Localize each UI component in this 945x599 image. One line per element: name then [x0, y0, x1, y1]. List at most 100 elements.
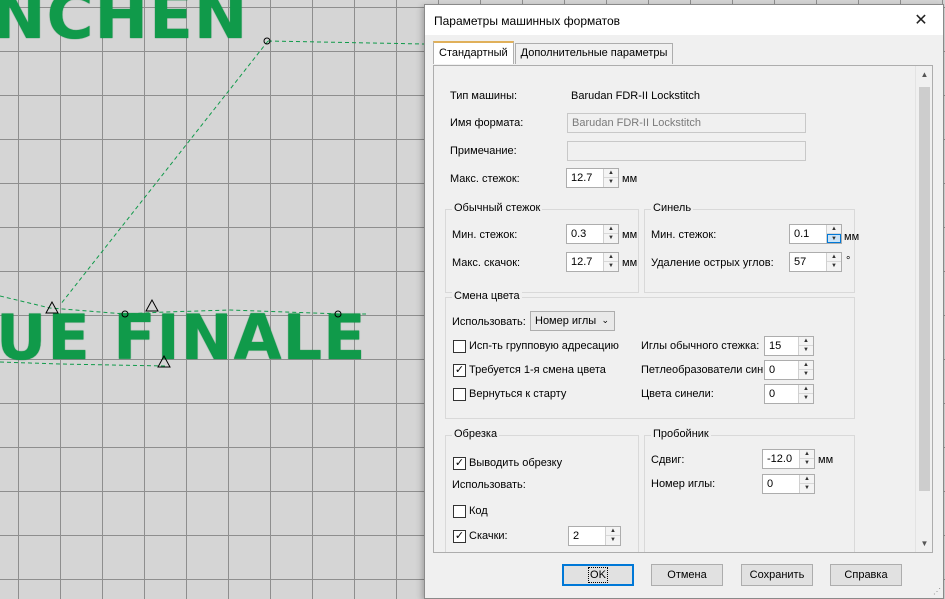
- return-start-checkbox[interactable]: [453, 388, 466, 401]
- spin-down-icon[interactable]: ▼: [799, 370, 813, 379]
- code-checkbox[interactable]: [453, 505, 466, 518]
- resize-grip-icon[interactable]: ⋰: [933, 587, 941, 596]
- spin-up-icon[interactable]: ▲: [799, 337, 813, 346]
- max-stitch-spinner[interactable]: 12.7 ▲ ▼: [566, 168, 619, 188]
- spin-down-icon[interactable]: ▼: [604, 178, 618, 187]
- spin-up-icon[interactable]: ▲: [827, 225, 841, 234]
- chenille-colors-spinner[interactable]: 0 ▲ ▼: [764, 384, 814, 404]
- machine-type-label: Тип машины:: [450, 90, 518, 102]
- jumps-label[interactable]: Скачки:: [469, 530, 508, 542]
- spin-down-icon[interactable]: ▼: [604, 262, 618, 271]
- color-use-label: Использовать:: [452, 316, 526, 328]
- max-stitch-value: 12.7: [571, 172, 593, 184]
- return-start-label[interactable]: Вернуться к старту: [469, 388, 566, 400]
- spin-up-icon[interactable]: ▲: [799, 361, 813, 370]
- scroll-up-icon[interactable]: ▲: [916, 66, 932, 83]
- loopers-value: 0: [769, 364, 776, 376]
- help-button[interactable]: Справка: [830, 564, 902, 586]
- spin-down-icon[interactable]: ▼: [800, 484, 814, 493]
- punch-needle-value: 0: [767, 478, 774, 490]
- punch-needle-label: Номер иглы:: [651, 478, 716, 490]
- spin-up-icon[interactable]: ▲: [604, 225, 618, 234]
- max-stitch-unit: мм: [622, 173, 638, 185]
- first-change-checkbox[interactable]: ✓: [453, 364, 466, 377]
- needles-normal-spinner[interactable]: 15 ▲ ▼: [764, 336, 814, 356]
- normal-min-stitch-value: 0.3: [571, 228, 587, 240]
- jumps-spinner[interactable]: 2 ▲ ▼: [568, 526, 621, 546]
- spin-up-icon[interactable]: ▲: [800, 475, 814, 484]
- degree-unit: °: [846, 255, 851, 267]
- normal-stitch-title: Обычный стежок: [452, 202, 543, 214]
- end-marker: [157, 354, 171, 368]
- spin-down-icon[interactable]: ▼: [827, 262, 841, 271]
- max-jump-spinner[interactable]: 12.7 ▲ ▼: [566, 252, 619, 272]
- spin-down-icon[interactable]: ▼: [606, 536, 620, 545]
- chenille-colors-label: Цвета синели:: [641, 388, 714, 400]
- spin-up-icon[interactable]: ▲: [604, 253, 618, 262]
- dialog-title: Параметры машинных форматов: [434, 14, 621, 28]
- needles-normal-value: 15: [769, 340, 782, 352]
- spin-up-icon[interactable]: ▲: [606, 527, 620, 536]
- punch-needle-spinner[interactable]: 0 ▲ ▼: [762, 474, 815, 494]
- spin-up-icon[interactable]: ▲: [800, 450, 814, 459]
- max-jump-label: Макс. скачок:: [452, 257, 521, 269]
- spin-down-icon[interactable]: ▼: [799, 394, 813, 403]
- spin-down-icon[interactable]: ▼: [604, 234, 618, 243]
- spin-down-icon[interactable]: ▼: [799, 346, 813, 355]
- tab-strip: Стандартный Дополнительные параметры: [433, 41, 674, 65]
- format-name-label: Имя формата:: [450, 117, 524, 129]
- note-label: Примечание:: [450, 145, 517, 157]
- loopers-spinner[interactable]: 0 ▲ ▼: [764, 360, 814, 380]
- color-use-select[interactable]: Номер иглы ⌄: [530, 311, 615, 331]
- group-addressing-checkbox[interactable]: [453, 340, 466, 353]
- scroll-down-icon[interactable]: ▼: [916, 535, 932, 552]
- jumps-value: 2: [573, 530, 580, 542]
- sharp-corners-spinner[interactable]: 57 ▲ ▼: [789, 252, 842, 272]
- format-name-field[interactable]: Barudan FDR-II Lockstitch: [567, 113, 806, 133]
- note-field[interactable]: [567, 141, 806, 161]
- ok-button-label: OK: [588, 567, 608, 583]
- normal-min-stitch-label: Мин. стежок:: [452, 229, 518, 241]
- output-trim-checkbox[interactable]: ✓: [453, 457, 466, 470]
- chenille-min-stitch-spinner[interactable]: 0.1 ▲ ▼: [789, 224, 842, 244]
- cancel-button[interactable]: Отмена: [651, 564, 723, 586]
- machine-type-value: Barudan FDR-II Lockstitch: [571, 90, 700, 102]
- color-change-title: Смена цвета: [452, 290, 522, 302]
- first-change-label[interactable]: Требуется 1-я смена цвета: [469, 364, 606, 376]
- normal-min-stitch-spinner[interactable]: 0.3 ▲ ▼: [566, 224, 619, 244]
- punch-shift-label: Сдвиг:: [651, 454, 685, 466]
- punch-shift-spinner[interactable]: -12.0 ▲ ▼: [762, 449, 815, 469]
- tab-panel-standard: Тип машины: Barudan FDR-II Lockstitch Им…: [433, 65, 933, 553]
- spin-down-icon[interactable]: ▼: [827, 234, 841, 243]
- chenille-min-stitch-label: Мин. стежок:: [651, 229, 717, 241]
- close-icon[interactable]: ✕: [899, 5, 943, 35]
- spin-up-icon[interactable]: ▲: [827, 253, 841, 262]
- chenille-group: Синель: [644, 202, 855, 293]
- vertical-scrollbar[interactable]: ▲ ▼: [915, 66, 932, 552]
- scroll-thumb[interactable]: [919, 87, 930, 491]
- max-jump-value: 12.7: [571, 256, 593, 268]
- jumps-checkbox[interactable]: ✓: [453, 530, 466, 543]
- chenille-title: Синель: [651, 202, 694, 214]
- tab-advanced[interactable]: Дополнительные параметры: [514, 43, 674, 64]
- max-jump-unit: мм: [622, 257, 638, 269]
- normal-min-stitch-unit: мм: [622, 229, 638, 241]
- spin-up-icon[interactable]: ▲: [799, 385, 813, 394]
- tab-standard[interactable]: Стандартный: [433, 41, 514, 64]
- group-addressing-label[interactable]: Исп-ть групповую адресацию: [469, 340, 619, 352]
- needles-normal-label: Иглы обычного стежка:: [641, 340, 760, 352]
- chenille-min-stitch-unit: мм: [844, 231, 860, 243]
- output-trim-label[interactable]: Выводить обрезку: [469, 457, 562, 469]
- sharp-corners-value: 57: [794, 256, 807, 268]
- spin-down-icon[interactable]: ▼: [800, 459, 814, 468]
- save-button[interactable]: Сохранить: [741, 564, 813, 586]
- loopers-label: Петлеобразователи син: [641, 364, 764, 376]
- code-label[interactable]: Код: [469, 505, 488, 517]
- punch-title: Пробойник: [651, 428, 711, 440]
- spin-up-icon[interactable]: ▲: [604, 169, 618, 178]
- normal-stitch-group: Обычный стежок: [445, 202, 639, 293]
- sharp-corners-label: Удаление острых углов:: [651, 257, 774, 269]
- ok-button[interactable]: OK: [562, 564, 634, 586]
- punch-shift-unit: мм: [818, 454, 834, 466]
- punch-group: Пробойник: [644, 428, 855, 552]
